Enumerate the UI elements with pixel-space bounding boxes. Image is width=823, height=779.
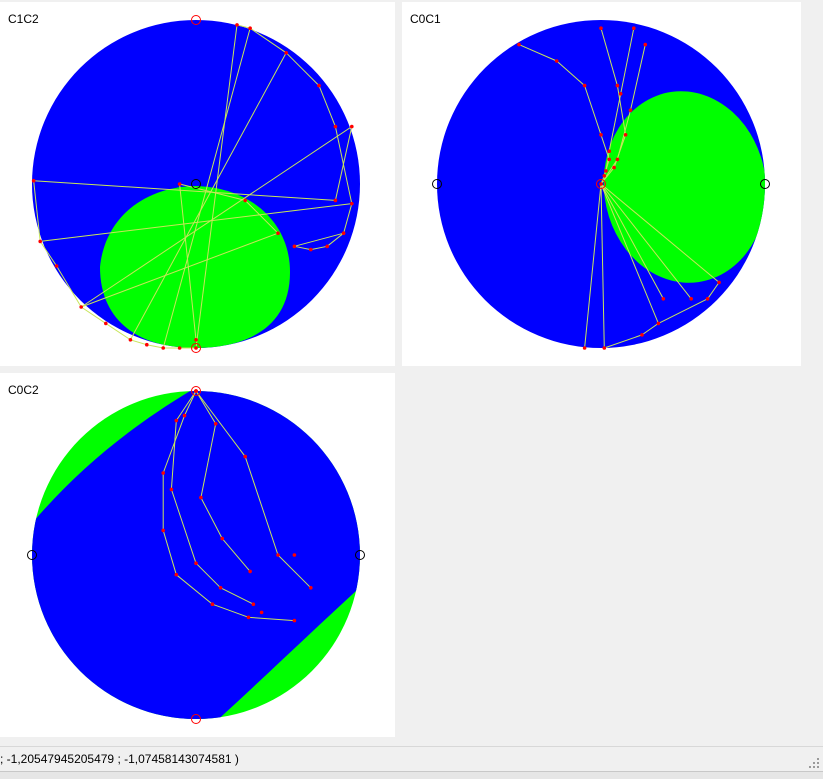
path-point	[174, 418, 179, 423]
path-point	[628, 108, 633, 112]
status-bar: ; -1,20547945205479 ; -1,07458143074581 …	[0, 746, 823, 772]
path-point	[607, 149, 611, 153]
path-point	[554, 59, 559, 63]
path-point	[582, 83, 587, 88]
path-point	[582, 346, 587, 350]
path-point	[292, 553, 297, 557]
path-segment	[130, 339, 147, 346]
path-point	[128, 338, 133, 342]
path-point	[643, 42, 648, 47]
path-point	[251, 602, 256, 606]
path-point	[248, 26, 252, 31]
path-point	[317, 83, 321, 88]
path-point	[194, 346, 198, 350]
window-bottom-edge	[0, 771, 823, 779]
path-point	[618, 92, 623, 96]
phase-plot-c0c1[interactable]	[402, 2, 801, 366]
path-point	[661, 297, 666, 301]
path-point	[246, 615, 251, 620]
plot-panel-c1c2[interactable]: C1C2	[0, 2, 395, 366]
path-point	[210, 602, 215, 606]
path-point	[248, 569, 252, 574]
region-c1c2	[100, 186, 290, 348]
path-point	[276, 553, 280, 557]
phase-plot-c0c2[interactable]	[0, 373, 395, 737]
path-point	[656, 321, 661, 326]
path-point	[194, 561, 198, 565]
path-point	[309, 247, 313, 252]
path-point	[615, 83, 620, 88]
path-point	[341, 231, 346, 235]
path-point	[174, 572, 179, 577]
path-point	[350, 201, 354, 206]
resize-grip-icon[interactable]	[808, 757, 820, 769]
path-point	[689, 297, 693, 301]
path-point	[177, 346, 182, 350]
path-point	[599, 182, 603, 186]
path-point	[177, 182, 182, 186]
path-point	[599, 26, 603, 31]
path-point	[333, 124, 338, 129]
path-point	[161, 471, 165, 475]
path-point	[623, 133, 628, 137]
path-point	[607, 157, 611, 162]
path-point	[243, 198, 247, 203]
path-segment	[146, 344, 164, 349]
path-point	[182, 413, 187, 418]
path-point	[612, 165, 616, 170]
path-point	[259, 610, 264, 615]
app-window: C1C2 C0C1 C0C2 ; -1,20547945205479 ; -1,…	[0, 0, 823, 779]
path-point	[517, 42, 521, 47]
path-point	[199, 495, 203, 500]
path-point	[31, 178, 36, 183]
status-coordinates: ; -1,20547945205479 ; -1,07458143074581 …	[0, 752, 239, 766]
path-point	[640, 333, 644, 337]
path-point	[284, 51, 289, 55]
path-point	[604, 169, 608, 173]
phase-plot-c1c2[interactable]	[0, 2, 395, 366]
path-point	[309, 586, 313, 590]
path-point	[145, 342, 149, 347]
panel-title-c1c2: C1C2	[8, 12, 39, 26]
path-point	[235, 23, 239, 27]
path-point	[218, 586, 223, 590]
path-point	[292, 618, 297, 623]
path-point	[169, 487, 174, 492]
path-point	[276, 231, 280, 235]
path-point	[599, 133, 603, 137]
path-point	[602, 174, 607, 178]
path-point	[79, 305, 83, 309]
path-point	[213, 422, 218, 426]
path-point	[243, 454, 247, 459]
plot-panel-c0c1[interactable]: C0C1	[402, 2, 801, 366]
path-point	[705, 297, 710, 301]
path-point	[161, 346, 165, 350]
path-point	[350, 124, 354, 129]
path-point	[220, 536, 225, 541]
path-point	[38, 239, 42, 244]
path-point	[325, 244, 330, 249]
path-point	[194, 389, 198, 393]
path-point	[615, 157, 620, 162]
panel-title-c0c1: C0C1	[410, 12, 441, 26]
path-point	[161, 528, 165, 533]
path-point	[602, 346, 607, 350]
panel-title-c0c2: C0C2	[8, 383, 39, 397]
path-point	[194, 338, 198, 342]
path-point	[632, 26, 636, 31]
path-point	[717, 280, 721, 285]
path-point	[333, 198, 338, 203]
path-point	[104, 321, 108, 326]
path-point	[54, 264, 59, 268]
plot-panel-c0c2[interactable]: C0C2	[0, 373, 395, 737]
path-point	[292, 244, 297, 249]
